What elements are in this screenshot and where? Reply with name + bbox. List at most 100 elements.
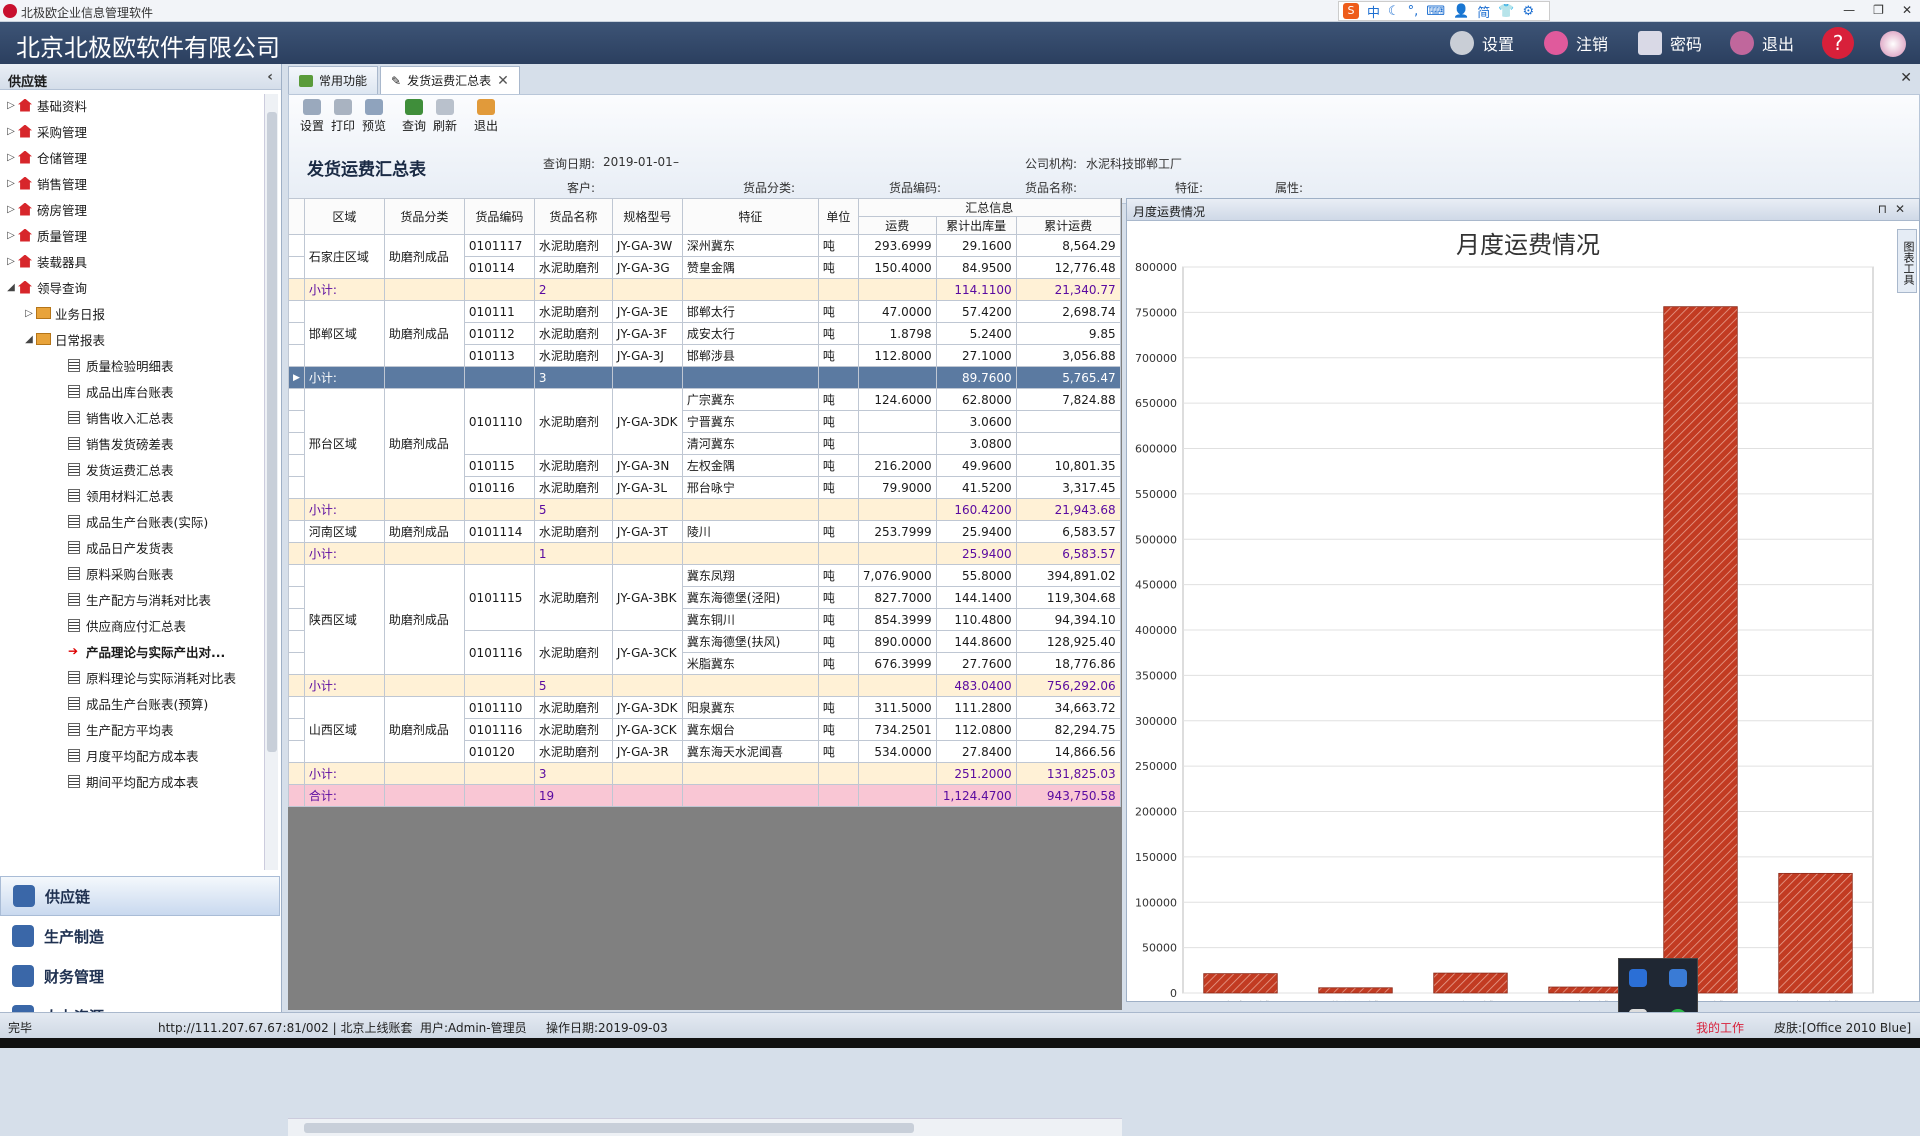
table-cell[interactable]: 14,866.56 <box>1015 740 1121 763</box>
table-cell[interactable]: 47.0000 <box>857 300 937 323</box>
table-cell[interactable]: JY-GA-3CK <box>611 718 683 741</box>
total-row[interactable]: 合计: 19 1,124.4700 943,750.58 <box>288 784 1121 807</box>
close-icon[interactable]: ✕ <box>1902 3 1912 17</box>
table-cell[interactable]: 冀东铜川 <box>681 608 819 631</box>
exit-button[interactable]: 退出 <box>471 99 501 134</box>
table-cell[interactable]: 5 <box>533 498 613 521</box>
scrollbar-thumb[interactable] <box>304 1123 914 1133</box>
table-cell[interactable]: 41.5200 <box>935 476 1017 499</box>
table-row[interactable]: 山西区域 助磨剂成品 0101110 水泥助磨剂 JY-GA-3DK 阳泉冀东吨 311.5… <box>288 696 1121 763</box>
table-cell[interactable]: 34,663.72 <box>1015 696 1121 719</box>
table-cell[interactable]: 114.1100 <box>935 278 1017 301</box>
chart-tools-tab[interactable]: 图表工具 <box>1897 229 1917 293</box>
table-cell[interactable]: 62.8000 <box>935 388 1017 411</box>
table-cell[interactable]: 吨 <box>817 652 859 675</box>
skin-selector[interactable]: 皮肤:[Office 2010 Blue] <box>1774 1019 1911 1036</box>
tree-item[interactable]: ◢ 领导查询 <box>0 274 264 300</box>
row-indicator[interactable] <box>288 256 305 279</box>
table-cell[interactable] <box>817 762 859 785</box>
col-header-total-freight[interactable]: 累计运费 <box>1015 216 1121 235</box>
table-cell[interactable] <box>611 784 683 807</box>
table-cell[interactable]: JY-GA-3N <box>611 454 683 477</box>
tree-item[interactable]: 原料理论与实际消耗对比表 <box>0 664 264 690</box>
table-cell[interactable]: 冀东海德堡(扶风) <box>681 630 819 653</box>
ime-mode[interactable]: 中 <box>1367 2 1380 21</box>
tree-item[interactable]: ▷ 采购管理 <box>0 118 264 144</box>
table-cell[interactable]: 小计: <box>303 674 385 697</box>
table-cell[interactable] <box>1015 410 1121 433</box>
password-button[interactable]: 密码 <box>1638 31 1702 55</box>
table-cell[interactable] <box>857 410 937 433</box>
table-cell[interactable] <box>857 498 937 521</box>
chevron-right-icon[interactable]: ▷ <box>4 126 18 137</box>
table-cell[interactable]: 27.8400 <box>935 740 1017 763</box>
chevron-down-icon[interactable]: ◢ <box>22 334 36 345</box>
table-cell[interactable]: 010115 <box>463 454 535 477</box>
punctuation-icon[interactable]: °, <box>1408 4 1419 19</box>
table-cell[interactable]: JY-GA-3CK <box>611 630 683 675</box>
table-cell[interactable] <box>857 366 937 389</box>
table-cell[interactable]: 助磨剂成品 <box>383 234 465 279</box>
table-cell[interactable]: 0101116 <box>463 718 535 741</box>
table-cell[interactable]: 124.6000 <box>857 388 937 411</box>
bluetooth-icon[interactable] <box>1629 969 1647 987</box>
row-indicator[interactable] <box>288 388 305 411</box>
table-cell[interactable]: 5.2400 <box>935 322 1017 345</box>
table-cell[interactable]: 111.2800 <box>935 696 1017 719</box>
table-row[interactable]: 陕西区域 助磨剂成品 0101115 水泥助磨剂 JY-GA-3BK 冀东凤翔吨 7,076… <box>288 564 1121 675</box>
table-cell[interactable]: 阳泉冀东 <box>681 696 819 719</box>
table-cell[interactable]: 010116 <box>463 476 535 499</box>
table-cell[interactable]: 483.0400 <box>935 674 1017 697</box>
tree-item[interactable]: 成品出库台账表 <box>0 378 264 404</box>
row-indicator[interactable] <box>288 520 305 543</box>
table-cell[interactable]: 5,765.47 <box>1015 366 1121 389</box>
table-cell[interactable]: 2 <box>533 278 613 301</box>
table-cell[interactable]: 水泥助磨剂 <box>533 696 613 719</box>
table-cell[interactable]: 21,340.77 <box>1015 278 1121 301</box>
table-cell[interactable]: 82,294.75 <box>1015 718 1121 741</box>
nav-group-finance[interactable]: 财务管理 <box>0 956 280 996</box>
table-cell[interactable]: 150.4000 <box>857 256 937 279</box>
table-cell[interactable]: 3.0800 <box>935 432 1017 455</box>
table-cell[interactable] <box>817 366 859 389</box>
tree-item[interactable]: ▷ 装载器具 <box>0 248 264 274</box>
table-cell[interactable]: 756,292.06 <box>1015 674 1121 697</box>
tree-item[interactable]: ▷ 仓储管理 <box>0 144 264 170</box>
table-cell[interactable]: 吨 <box>817 454 859 477</box>
table-cell[interactable]: 水泥助磨剂 <box>533 322 613 345</box>
moon-icon[interactable]: ☾ <box>1388 4 1400 19</box>
table-cell[interactable]: 陕西区域 <box>303 564 385 675</box>
table-cell[interactable]: 6,583.57 <box>1015 542 1121 565</box>
skin-icon[interactable]: 👕 <box>1498 4 1514 19</box>
subtotal-row[interactable]: ▶ 小计: 3 89.7600 5,765.47 <box>288 366 1121 389</box>
table-cell[interactable]: 1.8798 <box>857 322 937 345</box>
row-indicator[interactable] <box>288 586 305 609</box>
table-cell[interactable]: 小计: <box>303 498 385 521</box>
table-cell[interactable] <box>681 542 819 565</box>
table-cell[interactable]: 石家庄区域 <box>303 234 385 279</box>
table-cell[interactable]: 山西区域 <box>303 696 385 763</box>
table-cell[interactable]: 943,750.58 <box>1015 784 1121 807</box>
panel-controls[interactable]: ⊓✕ <box>1878 202 1913 216</box>
table-cell[interactable]: 深州冀东 <box>681 234 819 257</box>
table-cell[interactable]: 112.8000 <box>857 344 937 367</box>
row-indicator[interactable] <box>288 234 305 257</box>
table-cell[interactable] <box>611 542 683 565</box>
table-cell[interactable]: 水泥助磨剂 <box>533 564 613 631</box>
table-cell[interactable]: 2,698.74 <box>1015 300 1121 323</box>
table-cell[interactable]: 合计: <box>303 784 385 807</box>
table-cell[interactable] <box>611 366 683 389</box>
table-cell[interactable]: 89.7600 <box>935 366 1017 389</box>
table-cell[interactable] <box>681 784 819 807</box>
tree-item[interactable]: 期间平均配方成本表 <box>0 768 264 794</box>
table-cell[interactable]: 160.4200 <box>935 498 1017 521</box>
row-indicator[interactable] <box>288 322 305 345</box>
table-cell[interactable]: 854.3999 <box>857 608 937 631</box>
table-cell[interactable]: 7,076.9000 <box>857 564 937 587</box>
table-cell[interactable]: 吨 <box>817 696 859 719</box>
table-cell[interactable]: 邢台咏宁 <box>681 476 819 499</box>
table-cell[interactable]: 112.0800 <box>935 718 1017 741</box>
table-cell[interactable] <box>611 762 683 785</box>
chevron-right-icon[interactable]: ▷ <box>4 152 18 163</box>
tree-item[interactable]: 月度平均配方成本表 <box>0 742 264 768</box>
